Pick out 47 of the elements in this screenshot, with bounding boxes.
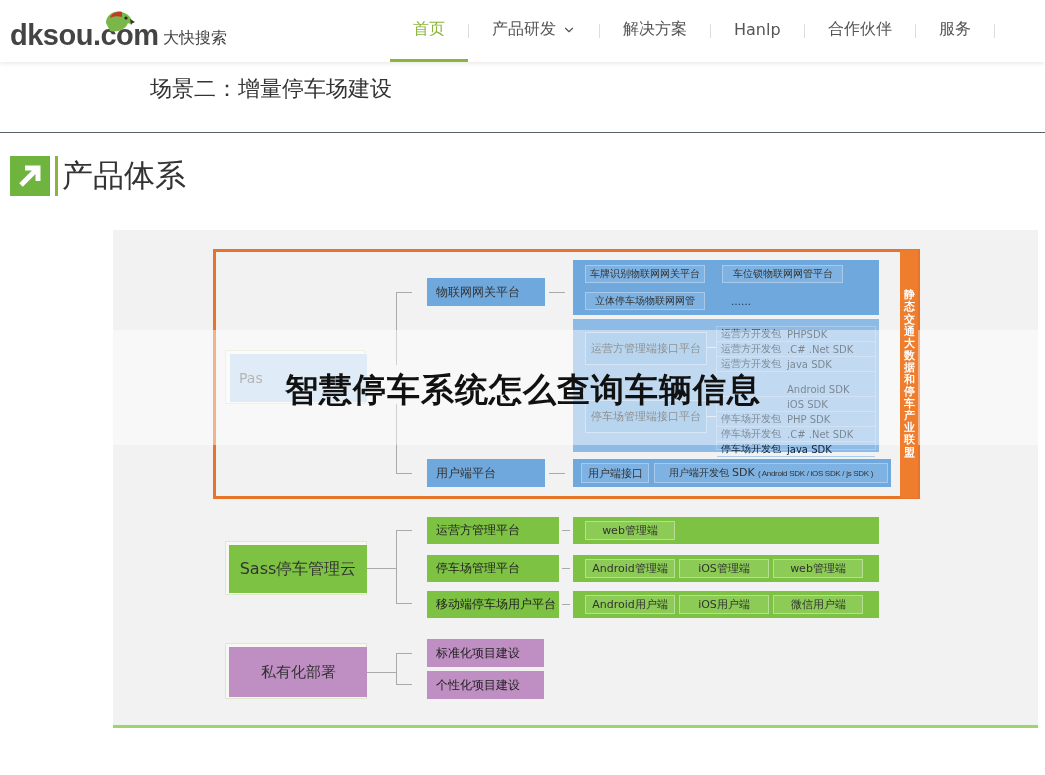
nav-link[interactable]: 服务 [915,0,994,62]
private-box: 私有化部署 [229,647,367,697]
saas-box: Sass停车管理云 [229,545,367,593]
user-sdk-box: 用户端开发包 SDK ( Android SDK / iOS SDK / js SDK ) [654,463,888,483]
bracket-line [396,653,412,685]
sdk-row: 运营方开发包 .C# .Net SDK [717,342,875,357]
gateway-platform-box: 物联网网关平台 [427,278,545,306]
client-box: web管理端 [773,559,863,578]
interface-box: 运营方管理端接口平台 [585,332,707,365]
nav-link[interactable]: 合作伙伴 [804,0,915,62]
saas-platform-box: 停车场管理平台 [427,555,559,582]
user-platform-box: 用户端平台 [427,459,545,487]
client-box: iOS管理端 [679,559,769,578]
sdk-row: 停车场开发包 PHP SDK [717,412,875,427]
section-heading: 场景二：增量停车场建设 [150,75,393,103]
side-label: 静态交通大数据和停车产业联盟 [903,289,915,459]
client-box: Android用户端 [585,595,675,614]
private-item-box: 个性化项目建设 [427,671,544,699]
logo-tagline: 大快搜索 [162,27,227,49]
connector-line [562,604,570,605]
nav-link[interactable]: Hanlp [711,0,804,62]
client-box: web管理端 [585,521,675,540]
ellipsis-text: …… [730,294,752,309]
gateway-item: 立体停车场物联网网管 [585,292,705,310]
logo-text[interactable]: dksou.com [10,18,159,52]
connector-line [562,568,570,569]
sdk-row: 停车场开发包 .C# .Net SDK [717,427,875,442]
client-box: 微信用户端 [773,595,863,614]
product-title: 产品体系 [62,156,186,195]
connector-line [549,292,565,293]
saas-platform-box: 移动端停车场用户平台 [427,591,559,618]
user-interface-box: 用户端接口 [581,463,649,483]
connector-line [549,473,565,474]
saas-platform-box: 运营方管理平台 [427,517,559,544]
private-item-box: 标准化项目建设 [427,639,544,667]
gateway-item: 车牌识别物联网网关平台 [585,265,705,283]
connector-line [367,672,396,673]
gateway-item: 车位锁物联网网管平台 [722,265,843,283]
nav-link[interactable]: 解决方案 [600,0,710,62]
sdk-row: 运营方开发包 java SDK [717,357,875,372]
client-box: Android管理端 [585,559,675,578]
client-box: iOS用户端 [679,595,769,614]
connector-line [562,530,570,531]
connector-line [367,568,396,569]
sdk-row: 运营方开发包 PHPSDK [717,327,875,342]
nav-link[interactable]: 产品研发 [469,0,599,62]
bracket-line [396,404,412,474]
